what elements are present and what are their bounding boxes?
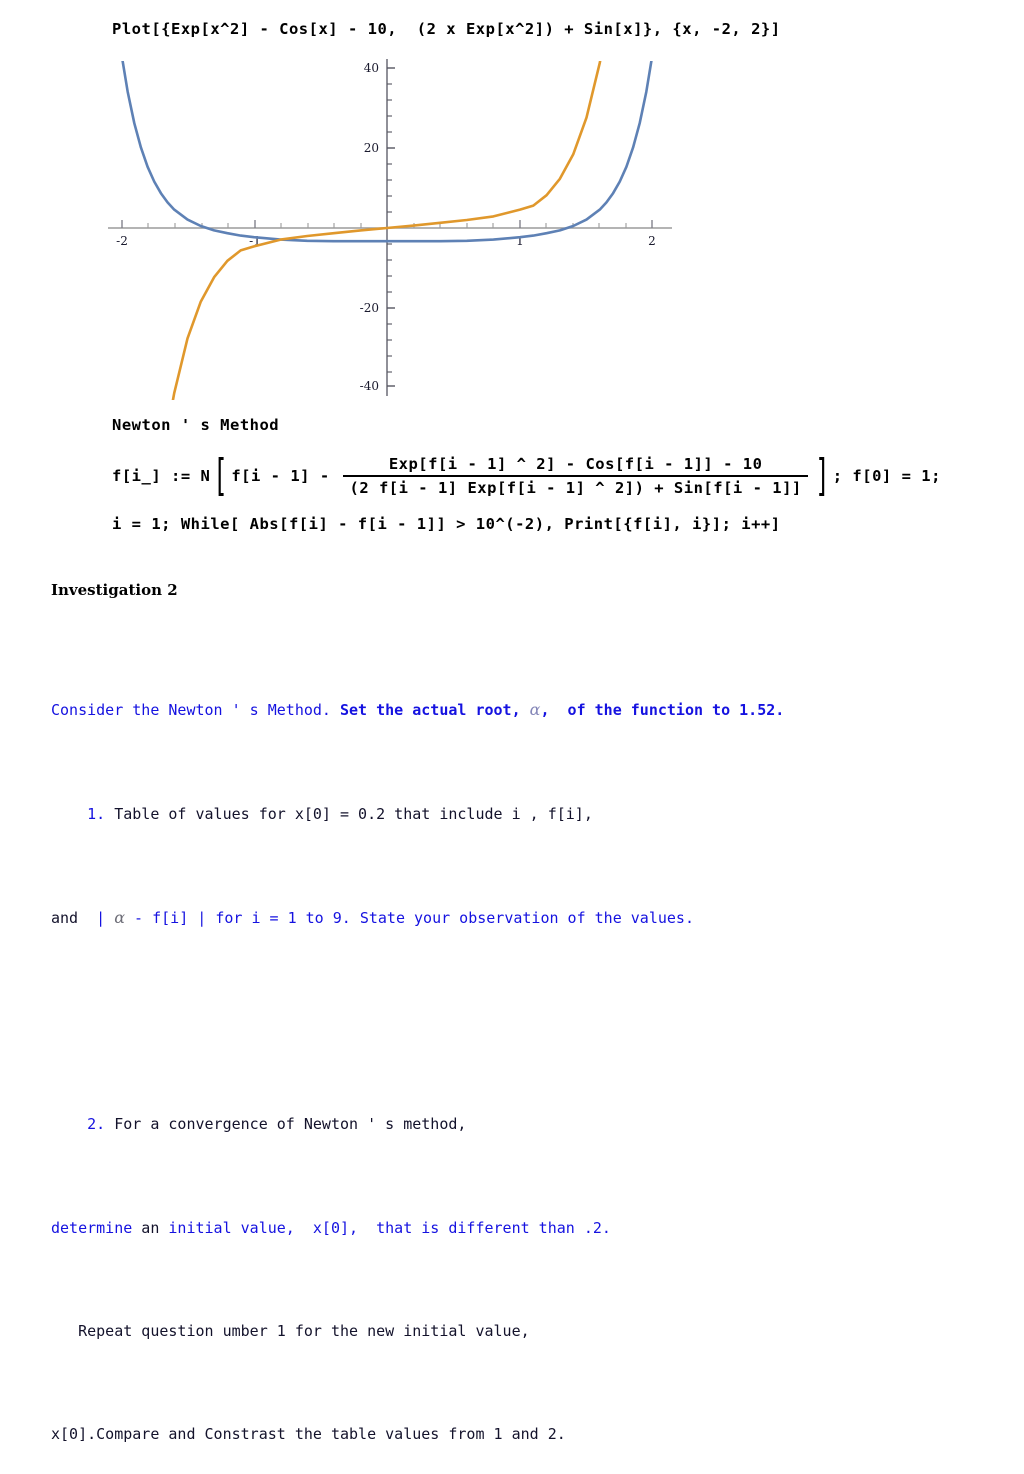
formula-fraction: Exp[f[i - 1] ^ 2] - Cos[f[i - 1]] - 10 (… — [343, 455, 808, 497]
y-tick-label: 40 — [364, 61, 379, 75]
function-plot-graphic[interactable]: -2 -1 1 2 40 20 -20 -40 — [100, 55, 680, 400]
prose-line-6: Repeat question umber 1 for the new init… — [51, 1321, 530, 1340]
y-tick-label: -40 — [360, 379, 379, 393]
prose-blank-line — [51, 1009, 931, 1035]
prose-line-1-lead: Consider the Newton ' s Method. — [51, 701, 340, 720]
prose-line-2: 1. Table of values for x[0] = 0.2 that i… — [51, 802, 931, 828]
question-1-text: Table of values for x[0] = 0.2 that incl… — [105, 804, 593, 823]
fraction-numerator: Exp[f[i - 1] ^ 2] - Cos[f[i - 1]] - 10 — [388, 455, 763, 473]
formula-lhs: f[i_] := N — [112, 466, 211, 485]
investigation-prose[interactable]: Consider the Newton ' s Method. Set the … — [51, 620, 931, 1474]
prose-line-3-and: and — [51, 908, 79, 927]
y-tick-label: 20 — [364, 141, 379, 155]
formula-close-bracket: ] — [814, 450, 830, 502]
prose-line-1-bold-a: Set the actual root, — [339, 701, 530, 720]
prose-line-4: 2. For a convergence of Newton ' s metho… — [51, 1112, 931, 1138]
prose-line-3: and | α - f[i] | for i = 1 to 9. State y… — [51, 905, 931, 932]
prose-line-5-rest: initial value, x[0], that is different t… — [168, 1218, 611, 1237]
question-2-number: 2. — [87, 1115, 106, 1134]
alpha-symbol: α — [529, 700, 541, 720]
alpha-symbol: α — [114, 907, 126, 927]
newton-iteration-formula[interactable]: f[i_] := N [ f[i - 1] - Exp[f[i - 1] ^ 2… — [112, 450, 941, 502]
fraction-denominator: (2 f[i - 1] Exp[f[i - 1] ^ 2]) + Sin[f[i… — [349, 478, 802, 497]
prose-line-1: Consider the Newton ' s Method. Set the … — [51, 697, 931, 724]
while-loop-statement[interactable]: i = 1; While[ Abs[f[i] - f[i - 1]] > 10^… — [112, 515, 781, 533]
investigation-heading: Investigation 2 — [51, 581, 178, 599]
question-2-text: For a convergence of Newton ' s method, — [105, 1115, 467, 1134]
x-tick-label: -2 — [116, 234, 128, 248]
prose-line-3-rest: - f[i] | for i = 1 to 9. State your obse… — [125, 908, 694, 927]
prose-line-5-an: an — [132, 1218, 169, 1237]
formula-open-bracket: [ — [213, 450, 229, 502]
question-1-number: 1. — [87, 804, 106, 823]
plot-input-expression[interactable]: Plot[{Exp[x^2] - Cos[x] - 10, (2 x Exp[x… — [112, 20, 781, 38]
prose-line-1-bold-b: , of the function to 1.52. — [540, 701, 785, 720]
formula-tail: ; f[0] = 1; — [832, 466, 941, 485]
y-tick-label: -20 — [360, 301, 379, 315]
prose-line-3-bar-open: | — [78, 908, 115, 927]
prose-line-5: determine an initial value, x[0], that i… — [51, 1216, 931, 1242]
x-tick-label: 2 — [648, 234, 656, 248]
prose-line-7: x[0].Compare and Constrast the table val… — [51, 1424, 566, 1443]
formula-leading-term: f[i - 1] - — [231, 466, 340, 485]
plot-svg: -2 -1 1 2 40 20 -20 -40 — [108, 59, 672, 400]
prose-line-5-determine: determine — [51, 1218, 133, 1237]
newtons-method-heading: Newton ' s Method — [112, 416, 280, 434]
